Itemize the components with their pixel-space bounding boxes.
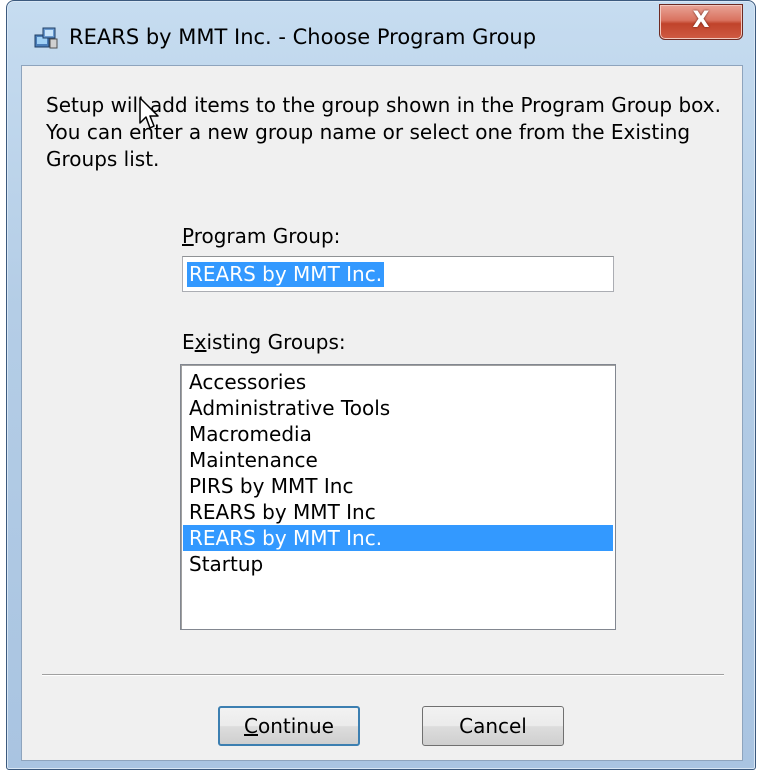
close-button[interactable]: X	[659, 4, 743, 40]
separator-line	[42, 674, 724, 676]
existing-groups-list[interactable]: Accessories Administrative Tools Macrome…	[180, 364, 616, 630]
program-group-input[interactable]: REARS by MMT Inc.	[182, 256, 614, 292]
list-item-rears-by-mmt-inc-selected[interactable]: REARS by MMT Inc.	[183, 525, 613, 551]
existing-groups-label: Existing Groups:	[182, 330, 346, 354]
window-title: REARS by MMT Inc. - Choose Program Group	[69, 25, 537, 49]
existing-groups-label-prefix: E	[182, 330, 195, 354]
program-group-label-text: rogram Group:	[193, 224, 341, 248]
list-item-administrative-tools[interactable]: Administrative Tools	[183, 395, 613, 421]
mouse-cursor-icon	[139, 97, 159, 129]
program-group-value: REARS by MMT Inc.	[187, 262, 385, 287]
program-group-mnemonic: P	[182, 224, 194, 248]
list-item-startup[interactable]: Startup	[183, 551, 613, 577]
list-item-macromedia[interactable]: Macromedia	[183, 421, 613, 447]
list-item-rears-by-mmt-inc[interactable]: REARS by MMT Inc	[183, 499, 613, 525]
list-item-maintenance[interactable]: Maintenance	[183, 447, 613, 473]
dialog-window: REARS by MMT Inc. - Choose Program Group…	[6, 0, 756, 770]
continue-button[interactable]: Continue	[218, 706, 360, 746]
close-icon: X	[692, 8, 710, 33]
setup-computer-icon	[34, 27, 58, 49]
dialog-client-area: Setup will add items to the group shown …	[21, 65, 743, 761]
cancel-button[interactable]: Cancel	[422, 706, 564, 746]
list-item-pirs-by-mmt-inc[interactable]: PIRS by MMT Inc	[183, 473, 613, 499]
existing-groups-label-text: isting Groups:	[206, 330, 346, 354]
program-group-label: Program Group:	[182, 224, 340, 248]
existing-groups-mnemonic: x	[194, 330, 207, 354]
continue-label: ontinue	[258, 714, 334, 738]
list-item-accessories[interactable]: Accessories	[183, 369, 613, 395]
continue-mnemonic: C	[244, 714, 258, 738]
